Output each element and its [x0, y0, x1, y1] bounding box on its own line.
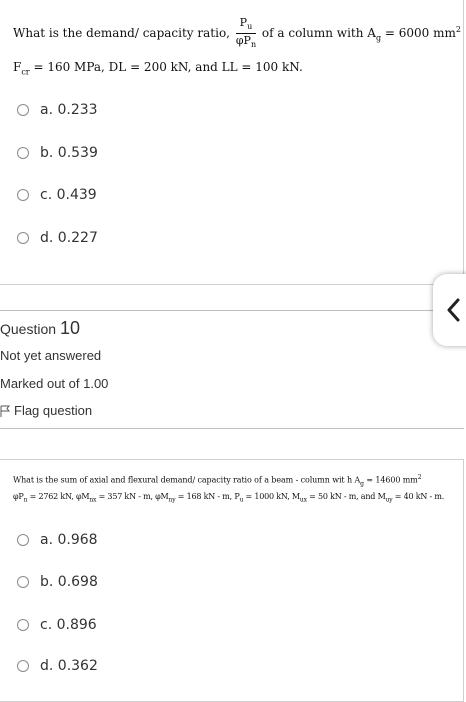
radio-button[interactable]: [17, 576, 29, 588]
given-7: = 40 kN - m.: [394, 492, 445, 501]
ag-value: = 6000 mm: [384, 26, 456, 41]
given-2: = 2762 kN, φM: [29, 492, 90, 501]
prompt-text: What is the demand/ capacity ratio,: [13, 26, 230, 41]
question-marks: Marked out of 1.00: [0, 376, 109, 391]
denominator: φP: [235, 34, 251, 48]
q9-option-d[interactable]: d. 0.227: [17, 227, 98, 249]
ag-value: = 14600 mm: [366, 475, 418, 485]
sub-3: ny: [168, 496, 176, 504]
radio-button[interactable]: [17, 232, 29, 244]
divider: [0, 310, 464, 311]
q10-option-c[interactable]: c. 0.896: [17, 614, 97, 636]
numerator-sub: u: [247, 22, 253, 32]
sub-4: u: [239, 496, 244, 504]
question-10-givens: φPn = 2762 kN, φMnx = 357 kN - m, φMny =…: [13, 492, 444, 504]
ag-sup: 2: [455, 25, 461, 35]
q10-option-a[interactable]: a. 0.968: [17, 529, 98, 551]
option-label: a. 0.968: [40, 532, 98, 548]
sub-6: uy: [385, 496, 393, 504]
ag-sub: g: [360, 480, 364, 488]
ag-sup: 2: [417, 474, 422, 481]
quiz-navigation-toggle[interactable]: [433, 274, 466, 346]
answer-status: Not yet answered: [0, 348, 102, 363]
radio-button[interactable]: [17, 534, 29, 546]
prompt-text: What is the sum of axial and flexural de…: [13, 475, 361, 485]
ratio-fraction: Pu φPn: [235, 16, 257, 51]
ag-sub: g: [375, 33, 382, 43]
question-number: 10: [59, 318, 80, 338]
divider: [0, 428, 464, 429]
question-9-prompt: What is the demand/ capacity ratio, Pu φ…: [13, 16, 461, 51]
question-heading: Question 10: [0, 318, 80, 339]
radio-button[interactable]: [17, 660, 29, 672]
given-5: = 1000 kN, M: [245, 492, 301, 501]
option-label: c. 0.896: [40, 617, 97, 633]
option-label: b. 0.698: [40, 574, 98, 590]
radio-button[interactable]: [17, 619, 29, 631]
denominator-sub: n: [250, 40, 257, 50]
radio-button[interactable]: [17, 147, 29, 159]
flag-label: Flag question: [14, 403, 93, 418]
option-label: a. 0.233: [40, 102, 98, 118]
q9-option-c[interactable]: c. 0.439: [17, 184, 97, 206]
numerator: P: [239, 16, 248, 29]
givens-text: = 160 MPa, DL = 200 kN, and LL = 100 kN.: [33, 60, 303, 74]
option-label: d. 0.362: [40, 658, 98, 674]
sub-2: nx: [89, 496, 97, 504]
question-9-givens: Fcr = 160 MPa, DL = 200 kN, and LL = 100…: [13, 60, 303, 76]
prompt-text-2: of a column with A: [261, 26, 376, 41]
question-10-prompt: What is the sum of axial and flexural de…: [13, 474, 422, 488]
q9-option-b[interactable]: b. 0.539: [17, 142, 98, 164]
sub-5: ux: [299, 496, 307, 504]
q10-option-b[interactable]: b. 0.698: [17, 571, 98, 593]
given-4: = 168 kN - m, P: [177, 492, 240, 501]
option-label: b. 0.539: [40, 145, 98, 161]
radio-button[interactable]: [17, 189, 29, 201]
option-label: d. 0.227: [40, 230, 98, 246]
q10-option-d[interactable]: d. 0.362: [17, 655, 98, 677]
flag-icon: [0, 405, 10, 417]
sub-1: n: [23, 496, 28, 504]
given-3: = 357 kN - m, φM: [98, 492, 169, 501]
given-1: φP: [13, 492, 24, 501]
question-word: Question: [0, 321, 57, 337]
radio-button[interactable]: [17, 104, 29, 116]
fcr-sub: cr: [21, 67, 30, 77]
flag-question-link[interactable]: Flag question: [0, 403, 92, 418]
chevron-left-icon: [447, 298, 460, 322]
option-label: c. 0.439: [40, 187, 97, 203]
given-6: = 50 kN - m, and M: [309, 492, 386, 501]
question-10-card: What is the sum of axial and flexural de…: [0, 459, 464, 702]
question-9-card: What is the demand/ capacity ratio, Pu φ…: [0, 0, 464, 285]
q9-option-a[interactable]: a. 0.233: [17, 99, 98, 121]
